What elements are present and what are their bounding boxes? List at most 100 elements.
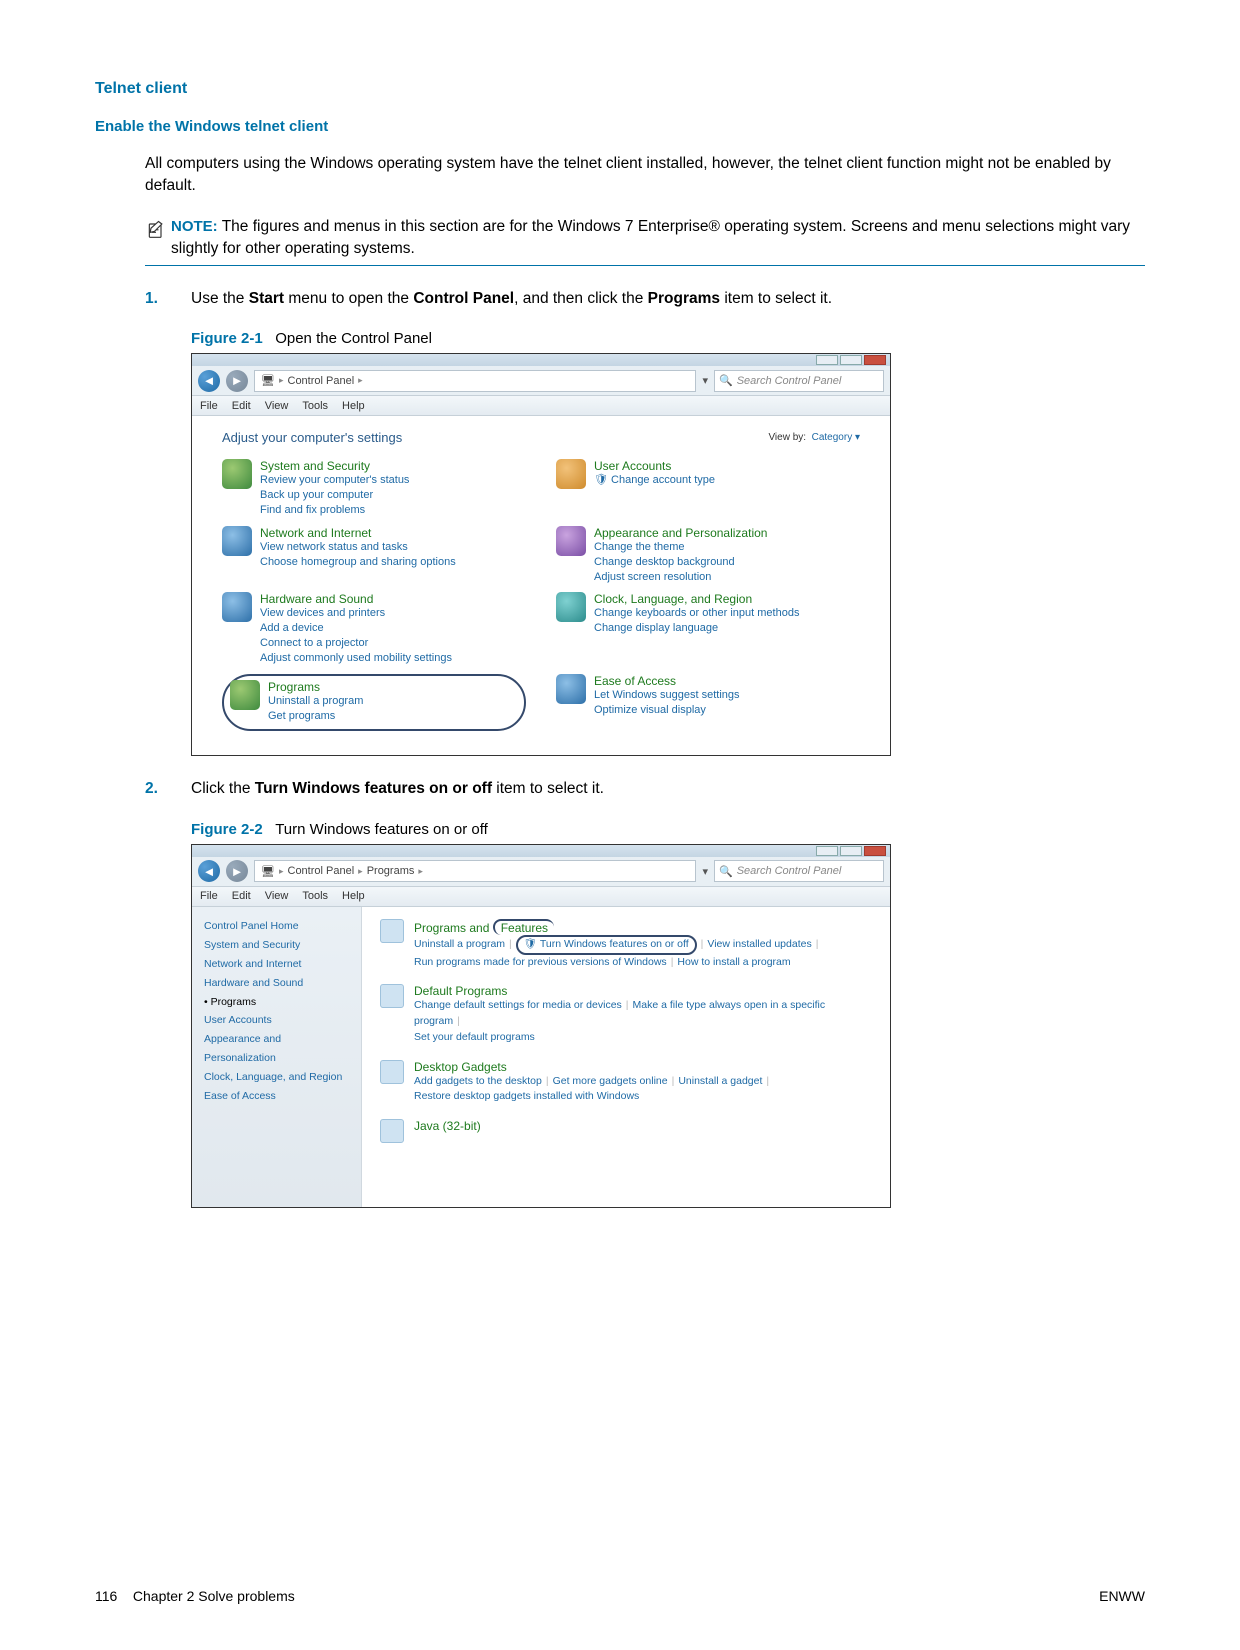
cp-category-ease-of-access[interactable]: Ease of AccessLet Windows suggest settin… bbox=[556, 674, 860, 732]
category-heading[interactable]: Programs bbox=[268, 680, 363, 694]
program-link[interactable]: 🛡 Turn Windows features on or off bbox=[516, 938, 697, 950]
leftnav-item[interactable]: User Accounts bbox=[204, 1011, 349, 1030]
category-link[interactable]: Connect to a projector bbox=[260, 636, 452, 651]
category-heading[interactable]: System and Security bbox=[260, 459, 409, 473]
category-link[interactable]: Change display language bbox=[594, 621, 799, 636]
category-icon bbox=[556, 459, 586, 489]
group-heading[interactable]: Java (32-bit) bbox=[414, 1119, 481, 1133]
category-heading[interactable]: Network and Internet bbox=[260, 526, 456, 540]
category-link[interactable]: Review your computer's status bbox=[260, 473, 409, 488]
program-link[interactable]: View installed updates bbox=[707, 938, 811, 950]
category-link[interactable]: Uninstall a program bbox=[268, 694, 363, 709]
category-link[interactable]: Optimize visual display bbox=[594, 703, 740, 718]
program-group: Desktop GadgetsAdd gadgets to the deskto… bbox=[380, 1060, 872, 1106]
menu-help[interactable]: Help bbox=[342, 400, 365, 412]
category-icon bbox=[222, 592, 252, 622]
figure-label: Figure 2-2 bbox=[191, 821, 263, 838]
maximize-button[interactable] bbox=[840, 846, 862, 856]
leftnav-item[interactable]: System and Security bbox=[204, 936, 349, 955]
forward-button[interactable]: ► bbox=[226, 860, 248, 882]
step2-turn-features: Turn Windows features on or off bbox=[255, 780, 492, 797]
category-link[interactable]: Change the theme bbox=[594, 540, 767, 555]
step1-controlpanel: Control Panel bbox=[413, 290, 514, 307]
cp-category-programs[interactable]: ProgramsUninstall a programGet programs bbox=[222, 674, 526, 732]
leftnav-item[interactable]: Appearance and Personalization bbox=[204, 1030, 349, 1068]
menu-help[interactable]: Help bbox=[342, 890, 365, 902]
cp-category-appearance-and-personalization[interactable]: Appearance and PersonalizationChange the… bbox=[556, 526, 860, 585]
cp-category-hardware-and-sound[interactable]: Hardware and SoundView devices and print… bbox=[222, 592, 526, 665]
category-heading[interactable]: Ease of Access bbox=[594, 674, 740, 688]
menu-view[interactable]: View bbox=[265, 890, 289, 902]
menu-tools[interactable]: Tools bbox=[302, 890, 328, 902]
menu-view[interactable]: View bbox=[265, 400, 289, 412]
program-link[interactable]: Run programs made for previous versions … bbox=[414, 956, 667, 968]
group-icon bbox=[380, 984, 404, 1008]
group-heading[interactable]: Programs and Features bbox=[414, 919, 822, 935]
cp-category-clock-language-and-region[interactable]: Clock, Language, and RegionChange keyboa… bbox=[556, 592, 860, 665]
leftnav-item[interactable]: Network and Internet bbox=[204, 955, 349, 974]
category-link[interactable]: Let Windows suggest settings bbox=[594, 688, 740, 703]
breadcrumb[interactable]: 🖥 ▸ Control Panel ▸ Programs ▸ bbox=[254, 860, 696, 882]
program-link[interactable]: Change default settings for media or dev… bbox=[414, 999, 622, 1011]
back-button[interactable]: ◄ bbox=[198, 860, 220, 882]
step1-text3: , and then click the bbox=[514, 290, 648, 307]
category-link[interactable]: Get programs bbox=[268, 709, 363, 724]
category-link[interactable]: View network status and tasks bbox=[260, 540, 456, 555]
address-bar: ◄ ► 🖥 ▸ Control Panel ▸ ▾ 🔍 Search Contr… bbox=[192, 366, 890, 396]
program-link[interactable]: Uninstall a gadget bbox=[678, 1075, 762, 1087]
minimize-button[interactable] bbox=[816, 846, 838, 856]
menu-edit[interactable]: Edit bbox=[232, 400, 251, 412]
program-link[interactable]: How to install a program bbox=[677, 956, 790, 968]
category-link[interactable]: Adjust commonly used mobility settings bbox=[260, 651, 452, 666]
category-heading[interactable]: User Accounts bbox=[594, 459, 715, 473]
category-link[interactable]: Change desktop background bbox=[594, 555, 767, 570]
category-heading[interactable]: Clock, Language, and Region bbox=[594, 592, 799, 606]
step2-text2: item to select it. bbox=[492, 780, 604, 797]
category-heading[interactable]: Hardware and Sound bbox=[260, 592, 452, 606]
cp-category-network-and-internet[interactable]: Network and InternetView network status … bbox=[222, 526, 526, 585]
program-link[interactable]: Uninstall a program bbox=[414, 938, 505, 950]
cp-category-user-accounts[interactable]: User Accounts🛡 Change account type bbox=[556, 459, 860, 518]
figure-label: Figure 2-1 bbox=[191, 330, 263, 347]
menu-file[interactable]: File bbox=[200, 400, 218, 412]
viewby-dropdown[interactable]: Category ▾ bbox=[812, 432, 860, 443]
menu-edit[interactable]: Edit bbox=[232, 890, 251, 902]
group-heading[interactable]: Default Programs bbox=[414, 984, 872, 998]
program-link[interactable]: Add gadgets to the desktop bbox=[414, 1075, 542, 1087]
program-link[interactable]: Get more gadgets online bbox=[553, 1075, 668, 1087]
close-button[interactable] bbox=[864, 846, 886, 856]
menu-tools[interactable]: Tools bbox=[302, 400, 328, 412]
crumb-programs[interactable]: Programs bbox=[367, 865, 415, 877]
crumb-control-panel[interactable]: Control Panel bbox=[288, 375, 355, 387]
close-button[interactable] bbox=[864, 355, 886, 365]
category-link[interactable]: Back up your computer bbox=[260, 488, 409, 503]
category-link[interactable]: Find and fix problems bbox=[260, 503, 409, 518]
program-link[interactable]: Restore desktop gadgets installed with W… bbox=[414, 1090, 639, 1102]
crumb-control-panel[interactable]: Control Panel bbox=[288, 865, 355, 877]
category-link[interactable]: 🛡 Change account type bbox=[594, 473, 715, 488]
program-link[interactable]: Set your default programs bbox=[414, 1031, 535, 1043]
category-link[interactable]: Choose homegroup and sharing options bbox=[260, 555, 456, 570]
search-input[interactable]: 🔍 Search Control Panel bbox=[714, 370, 884, 392]
category-link[interactable]: Adjust screen resolution bbox=[594, 570, 767, 585]
maximize-button[interactable] bbox=[840, 355, 862, 365]
category-heading[interactable]: Appearance and Personalization bbox=[594, 526, 767, 540]
leftnav-item[interactable]: Hardware and Sound bbox=[204, 974, 349, 993]
leftnav-item[interactable]: Control Panel Home bbox=[204, 917, 349, 936]
search-input[interactable]: 🔍 Search Control Panel bbox=[714, 860, 884, 882]
minimize-button[interactable] bbox=[816, 355, 838, 365]
breadcrumb[interactable]: 🖥 ▸ Control Panel ▸ bbox=[254, 370, 696, 392]
menu-file[interactable]: File bbox=[200, 890, 218, 902]
note-text: The figures and menus in this section ar… bbox=[171, 218, 1130, 257]
category-link[interactable]: Change keyboards or other input methods bbox=[594, 606, 799, 621]
category-icon bbox=[556, 526, 586, 556]
group-heading[interactable]: Desktop Gadgets bbox=[414, 1060, 773, 1074]
forward-button[interactable]: ► bbox=[226, 370, 248, 392]
back-button[interactable]: ◄ bbox=[198, 370, 220, 392]
leftnav-item[interactable]: Clock, Language, and Region bbox=[204, 1068, 349, 1087]
leftnav-item[interactable]: Ease of Access bbox=[204, 1087, 349, 1106]
category-link[interactable]: Add a device bbox=[260, 621, 452, 636]
category-link[interactable]: View devices and printers bbox=[260, 606, 452, 621]
cp-category-system-and-security[interactable]: System and SecurityReview your computer'… bbox=[222, 459, 526, 518]
leftnav-item[interactable]: • Programs bbox=[204, 993, 349, 1012]
